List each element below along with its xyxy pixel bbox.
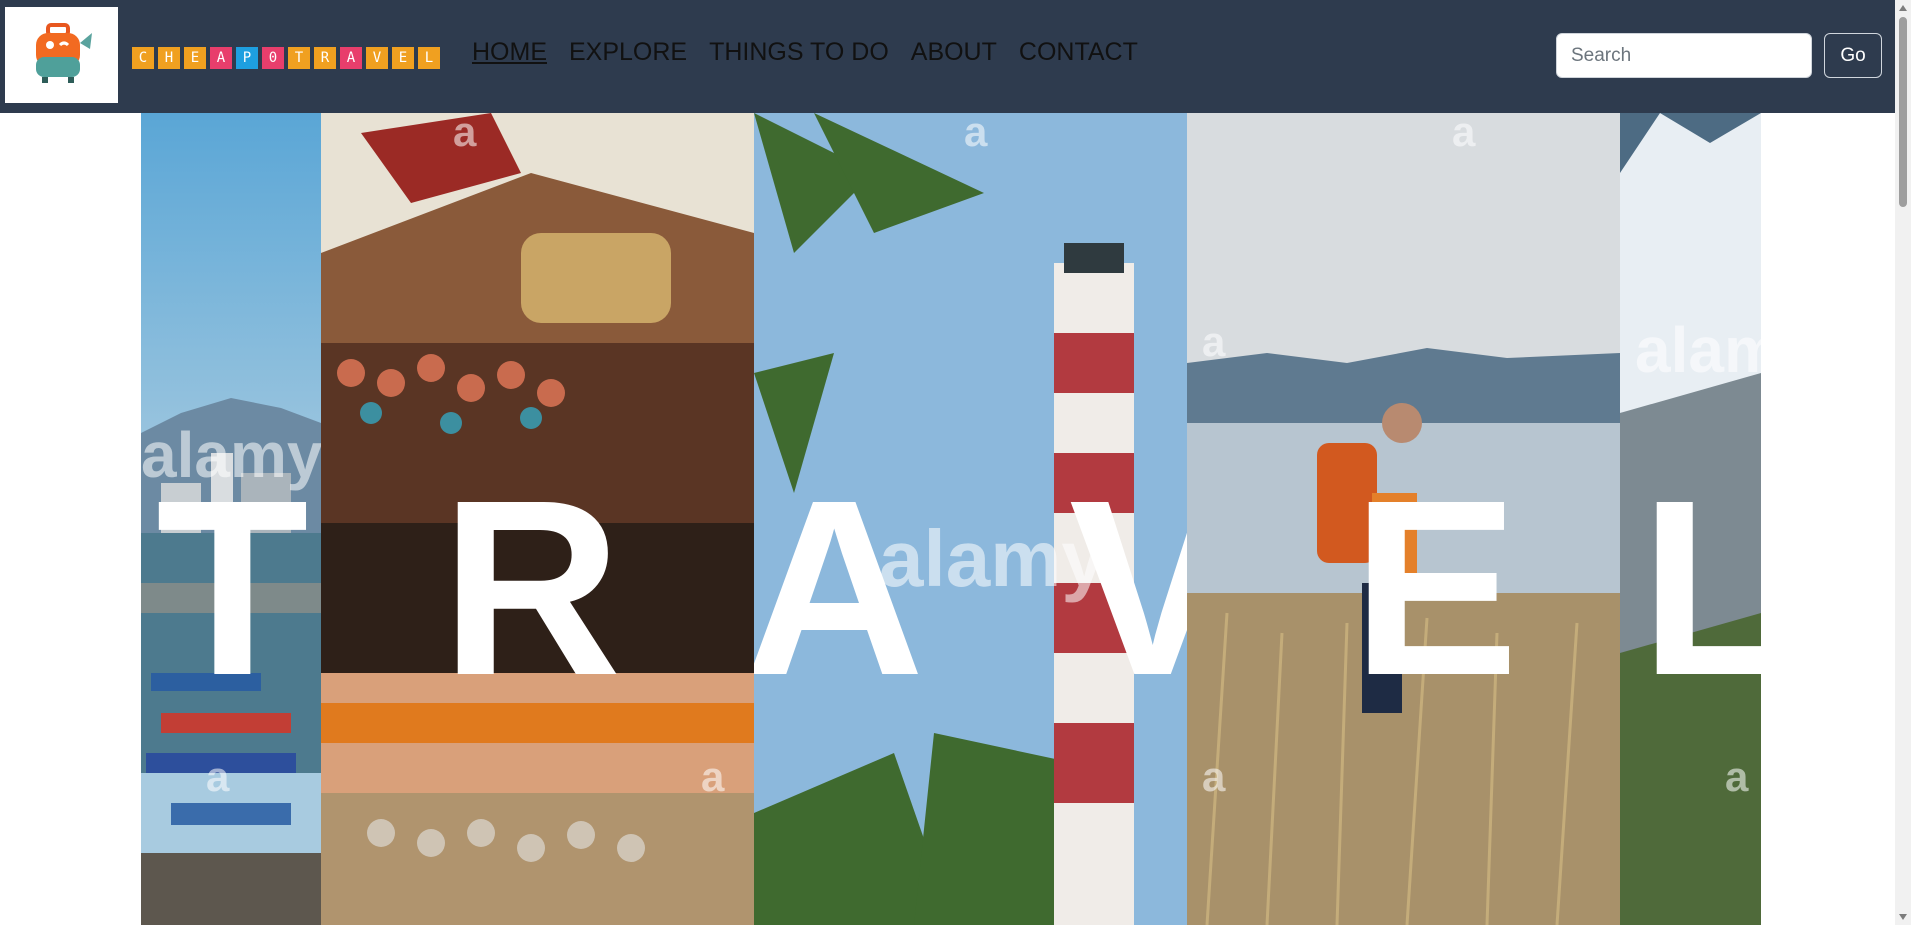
main-nav: HOME EXPLORE THINGS TO DO ABOUT CONTACT xyxy=(472,38,1138,67)
brand-letter: E xyxy=(184,47,206,69)
watermark-text: alamy xyxy=(1635,314,1761,386)
watermark-mark: a xyxy=(206,753,230,800)
vertical-scrollbar[interactable] xyxy=(1895,0,1911,925)
scroll-up-icon[interactable] xyxy=(1899,5,1907,11)
nav-home[interactable]: HOME xyxy=(472,38,547,67)
hero-letter-l: L xyxy=(1640,448,1761,727)
top-navbar: CHEAP0TRAVEL HOME EXPLORE THINGS TO DO A… xyxy=(0,0,1895,113)
watermark-mark: a xyxy=(453,113,477,155)
watermark-mark: a xyxy=(1202,318,1226,365)
orange-suitcase-icon xyxy=(35,23,92,83)
hero-letter-r: R xyxy=(441,448,622,727)
brand-letter: A xyxy=(340,47,362,69)
watermark-mark: a xyxy=(1202,753,1226,800)
brand-letter: T xyxy=(288,47,310,69)
hero-panel-harbor: alamy a T xyxy=(141,113,321,925)
brand-letter: V xyxy=(366,47,388,69)
nav-about[interactable]: ABOUT xyxy=(911,38,997,67)
watermark-mark: a xyxy=(1725,753,1749,800)
brand-letter: L xyxy=(418,47,440,69)
brand-letter: 0 xyxy=(262,47,284,69)
hero-letter-v: V xyxy=(1069,448,1187,727)
hero-panel-lighthouse: a alamy A V xyxy=(754,113,1187,925)
watermark-mark: a xyxy=(1452,113,1476,155)
logo[interactable] xyxy=(5,7,118,103)
hero-panel-market: a a R xyxy=(321,113,754,925)
scroll-down-icon[interactable] xyxy=(1899,914,1907,920)
brand-letter: C xyxy=(132,47,154,69)
hero-panel-mountains: alamy a L xyxy=(1620,113,1761,925)
search-input[interactable] xyxy=(1556,33,1812,78)
go-button[interactable]: Go xyxy=(1824,33,1882,78)
hero-panel-hiker: a a a E xyxy=(1187,113,1620,925)
brand-letter: E xyxy=(392,47,414,69)
nav-contact[interactable]: CONTACT xyxy=(1019,38,1138,67)
brand-letter: A xyxy=(210,47,232,69)
hero-letter-t: T xyxy=(156,448,309,727)
brand-letter: P xyxy=(236,47,258,69)
hero-banner: alamy a T a a R a alamy A V a a a E alam… xyxy=(141,113,1761,925)
watermark-mark: a xyxy=(964,113,988,155)
brand-wordmark[interactable]: CHEAP0TRAVEL xyxy=(132,47,444,69)
hero-letter-a: A xyxy=(754,448,925,727)
brand-letter: H xyxy=(158,47,180,69)
nav-things-to-do[interactable]: THINGS TO DO xyxy=(709,38,889,67)
page: alamy a T a a R a alamy A V a a a E alam… xyxy=(0,0,1895,925)
watermark-mark: a xyxy=(701,753,725,800)
nav-explore[interactable]: EXPLORE xyxy=(569,38,687,67)
brand-letter: R xyxy=(314,47,336,69)
scroll-thumb[interactable] xyxy=(1899,17,1907,207)
hero-letter-e: E xyxy=(1352,448,1519,727)
